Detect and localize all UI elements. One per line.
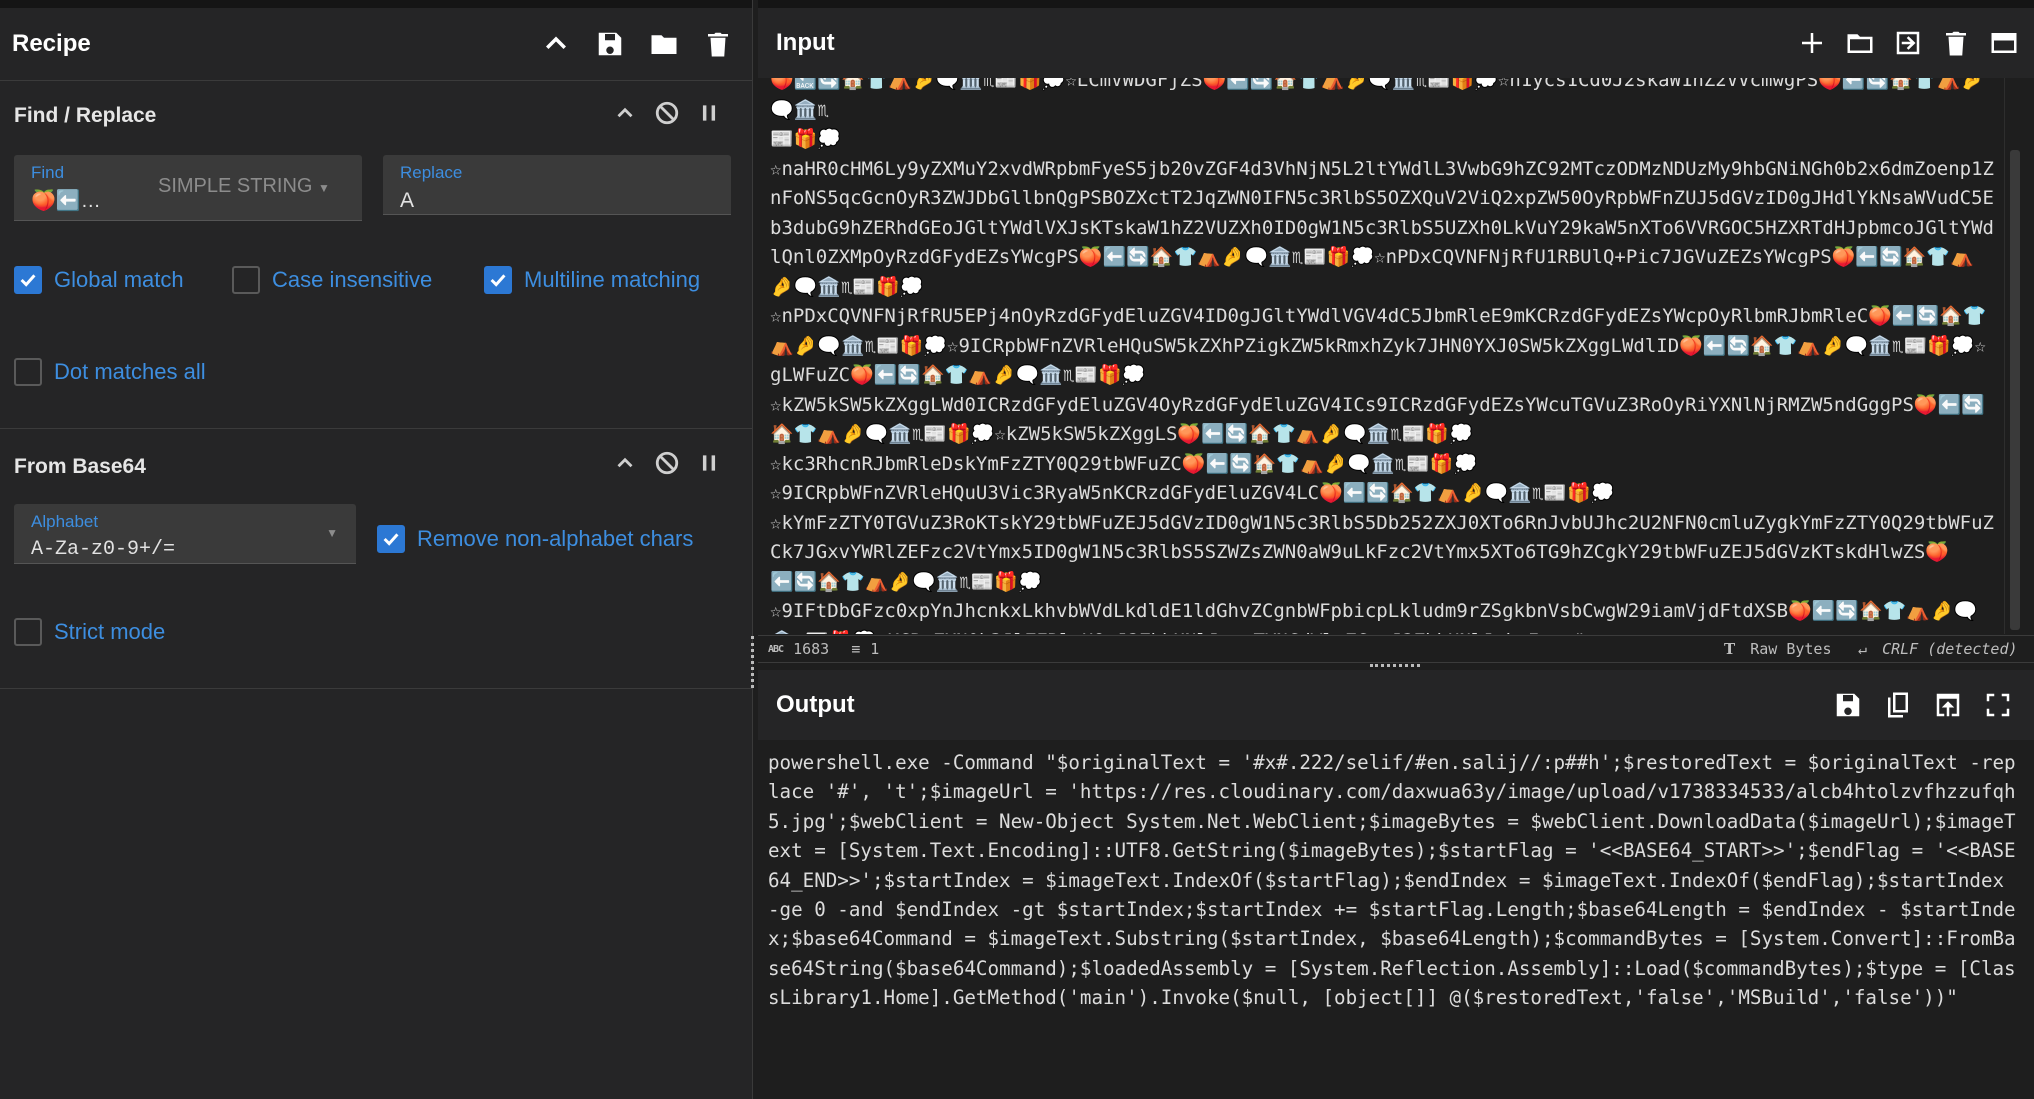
output-title: Output bbox=[776, 691, 855, 718]
line-count: 1 bbox=[870, 640, 880, 658]
operation-controls bbox=[612, 450, 722, 476]
find-type-dropdown[interactable]: SIMPLE STRING ▼ bbox=[158, 175, 330, 198]
divider bbox=[0, 80, 752, 81]
find-field[interactable]: Find 🍑⬅️… SIMPLE STRING ▼ bbox=[14, 155, 362, 221]
open-file-import-icon[interactable] bbox=[1892, 27, 1924, 59]
operation-title: Find / Replace bbox=[14, 104, 157, 127]
alphabet-select[interactable]: Alphabet A-Za-z0-9+/= ▼ bbox=[14, 504, 356, 564]
find-value: 🍑⬅️… bbox=[31, 190, 101, 212]
recipe-empty-area bbox=[0, 689, 752, 1099]
find-type-label: SIMPLE STRING bbox=[158, 175, 313, 197]
dot-matches-all-label: Dot matches all bbox=[54, 359, 206, 384]
divider bbox=[0, 428, 752, 429]
splitter-grip-icon[interactable] bbox=[751, 636, 754, 688]
raw-bytes-button[interactable]: T Raw Bytes bbox=[1724, 640, 1831, 658]
operation-title: From Base64 bbox=[14, 455, 146, 478]
eol-button[interactable]: ↵ CRLF (detected) bbox=[1858, 640, 2018, 658]
pause-breakpoint-icon[interactable] bbox=[696, 100, 722, 126]
maximize-icon[interactable] bbox=[1982, 689, 2014, 721]
remove-non-alphabet-checkbox[interactable]: Remove non-alphabet chars bbox=[377, 525, 693, 553]
raw-bytes-label: Raw Bytes bbox=[1750, 640, 1832, 658]
case-insensitive-checkbox[interactable]: Case insensitive bbox=[232, 266, 432, 294]
input-title: Input bbox=[776, 29, 835, 56]
pause-breakpoint-icon[interactable] bbox=[696, 450, 722, 476]
input-textarea[interactable]: 🍑🔙🔄🏠👕⛺🤌🗨️🏛️♏📰🎁💭☆LCmVWDGFjZS🍑⬅️🔄🏠👕⛺🤌🗨️🏛️♏… bbox=[762, 78, 1996, 634]
remove-non-alphabet-label: Remove non-alphabet chars bbox=[417, 526, 694, 551]
disable-operation-icon[interactable] bbox=[654, 450, 680, 476]
alphabet-label: Alphabet bbox=[31, 512, 99, 531]
add-tab-plus-icon[interactable] bbox=[1796, 27, 1828, 59]
checkbox-checked-icon bbox=[14, 266, 42, 294]
alphabet-value: A-Za-z0-9+/= bbox=[31, 538, 176, 561]
chevron-up-icon[interactable] bbox=[540, 28, 572, 60]
input-status-bar: ABC 1683 ≡ 1 T Raw Bytes ↵ CRLF (detecte… bbox=[762, 636, 2034, 662]
char-count: 1683 bbox=[793, 640, 830, 658]
dropdown-caret-icon: ▼ bbox=[326, 526, 338, 540]
recipe-header: Recipe bbox=[0, 8, 752, 80]
checkbox-checked-icon bbox=[377, 525, 405, 553]
multiline-matching-label: Multiline matching bbox=[524, 267, 701, 292]
top-strip bbox=[0, 0, 2034, 8]
output-textarea[interactable]: powershell.exe -Command "$originalText =… bbox=[762, 740, 2034, 1099]
load-recipe-folder-icon[interactable] bbox=[648, 28, 680, 60]
save-recipe-icon[interactable] bbox=[594, 28, 626, 60]
char-count-icon: ABC bbox=[768, 643, 784, 655]
operation-controls bbox=[612, 100, 722, 126]
line-count-icon: ≡ bbox=[851, 640, 861, 658]
case-insensitive-label: Case insensitive bbox=[272, 267, 433, 292]
layout-toggle-icon[interactable] bbox=[1988, 27, 2020, 59]
output-text: powershell.exe -Command "$originalText =… bbox=[768, 751, 2016, 1010]
strict-mode-label: Strict mode bbox=[54, 619, 166, 644]
input-header: Input bbox=[758, 8, 2034, 78]
horizontal-splitter-grip-icon[interactable] bbox=[1370, 664, 1420, 668]
collapse-chevron-icon[interactable] bbox=[612, 100, 638, 126]
dropdown-caret-icon: ▼ bbox=[318, 181, 330, 195]
replace-input-with-output-icon[interactable] bbox=[1932, 689, 1964, 721]
global-match-checkbox[interactable]: Global match bbox=[14, 266, 184, 294]
checkbox-unchecked-icon bbox=[14, 358, 42, 386]
divider bbox=[758, 662, 2034, 663]
return-arrow-icon: ↵ bbox=[1858, 640, 1868, 658]
collapse-chevron-icon[interactable] bbox=[612, 450, 638, 476]
text-type-icon: T bbox=[1724, 640, 1736, 658]
multiline-matching-checkbox[interactable]: Multiline matching bbox=[484, 266, 700, 294]
save-output-icon[interactable] bbox=[1832, 689, 1864, 721]
clear-recipe-trash-icon[interactable] bbox=[702, 28, 734, 60]
strict-mode-checkbox[interactable]: Strict mode bbox=[14, 618, 165, 646]
panel-splitter[interactable] bbox=[752, 0, 758, 1099]
find-label: Find bbox=[31, 163, 65, 182]
output-header: Output bbox=[758, 670, 2034, 740]
eol-label: CRLF (detected) bbox=[1882, 640, 2018, 658]
replace-label: Replace bbox=[400, 163, 463, 182]
disable-operation-icon[interactable] bbox=[654, 100, 680, 126]
dot-matches-all-checkbox[interactable]: Dot matches all bbox=[14, 358, 206, 386]
input-text: 🍑🔙🔄🏠👕⛺🤌🗨️🏛️♏📰🎁💭☆LCmVWDGFjZS🍑⬅️🔄🏠👕⛺🤌🗨️🏛️♏… bbox=[770, 78, 1994, 634]
divider bbox=[758, 635, 2034, 636]
copy-output-icon[interactable] bbox=[1882, 689, 1914, 721]
replace-value: A bbox=[400, 189, 415, 212]
checkbox-unchecked-icon bbox=[232, 266, 260, 294]
input-scrollbar-thumb[interactable] bbox=[2010, 150, 2020, 630]
checkbox-unchecked-icon bbox=[14, 618, 42, 646]
open-folder-icon[interactable] bbox=[1844, 27, 1876, 59]
clear-input-trash-icon[interactable] bbox=[1940, 27, 1972, 59]
replace-field[interactable]: Replace A bbox=[383, 155, 731, 215]
checkbox-checked-icon bbox=[484, 266, 512, 294]
recipe-title: Recipe bbox=[12, 30, 91, 57]
global-match-label: Global match bbox=[54, 267, 184, 292]
